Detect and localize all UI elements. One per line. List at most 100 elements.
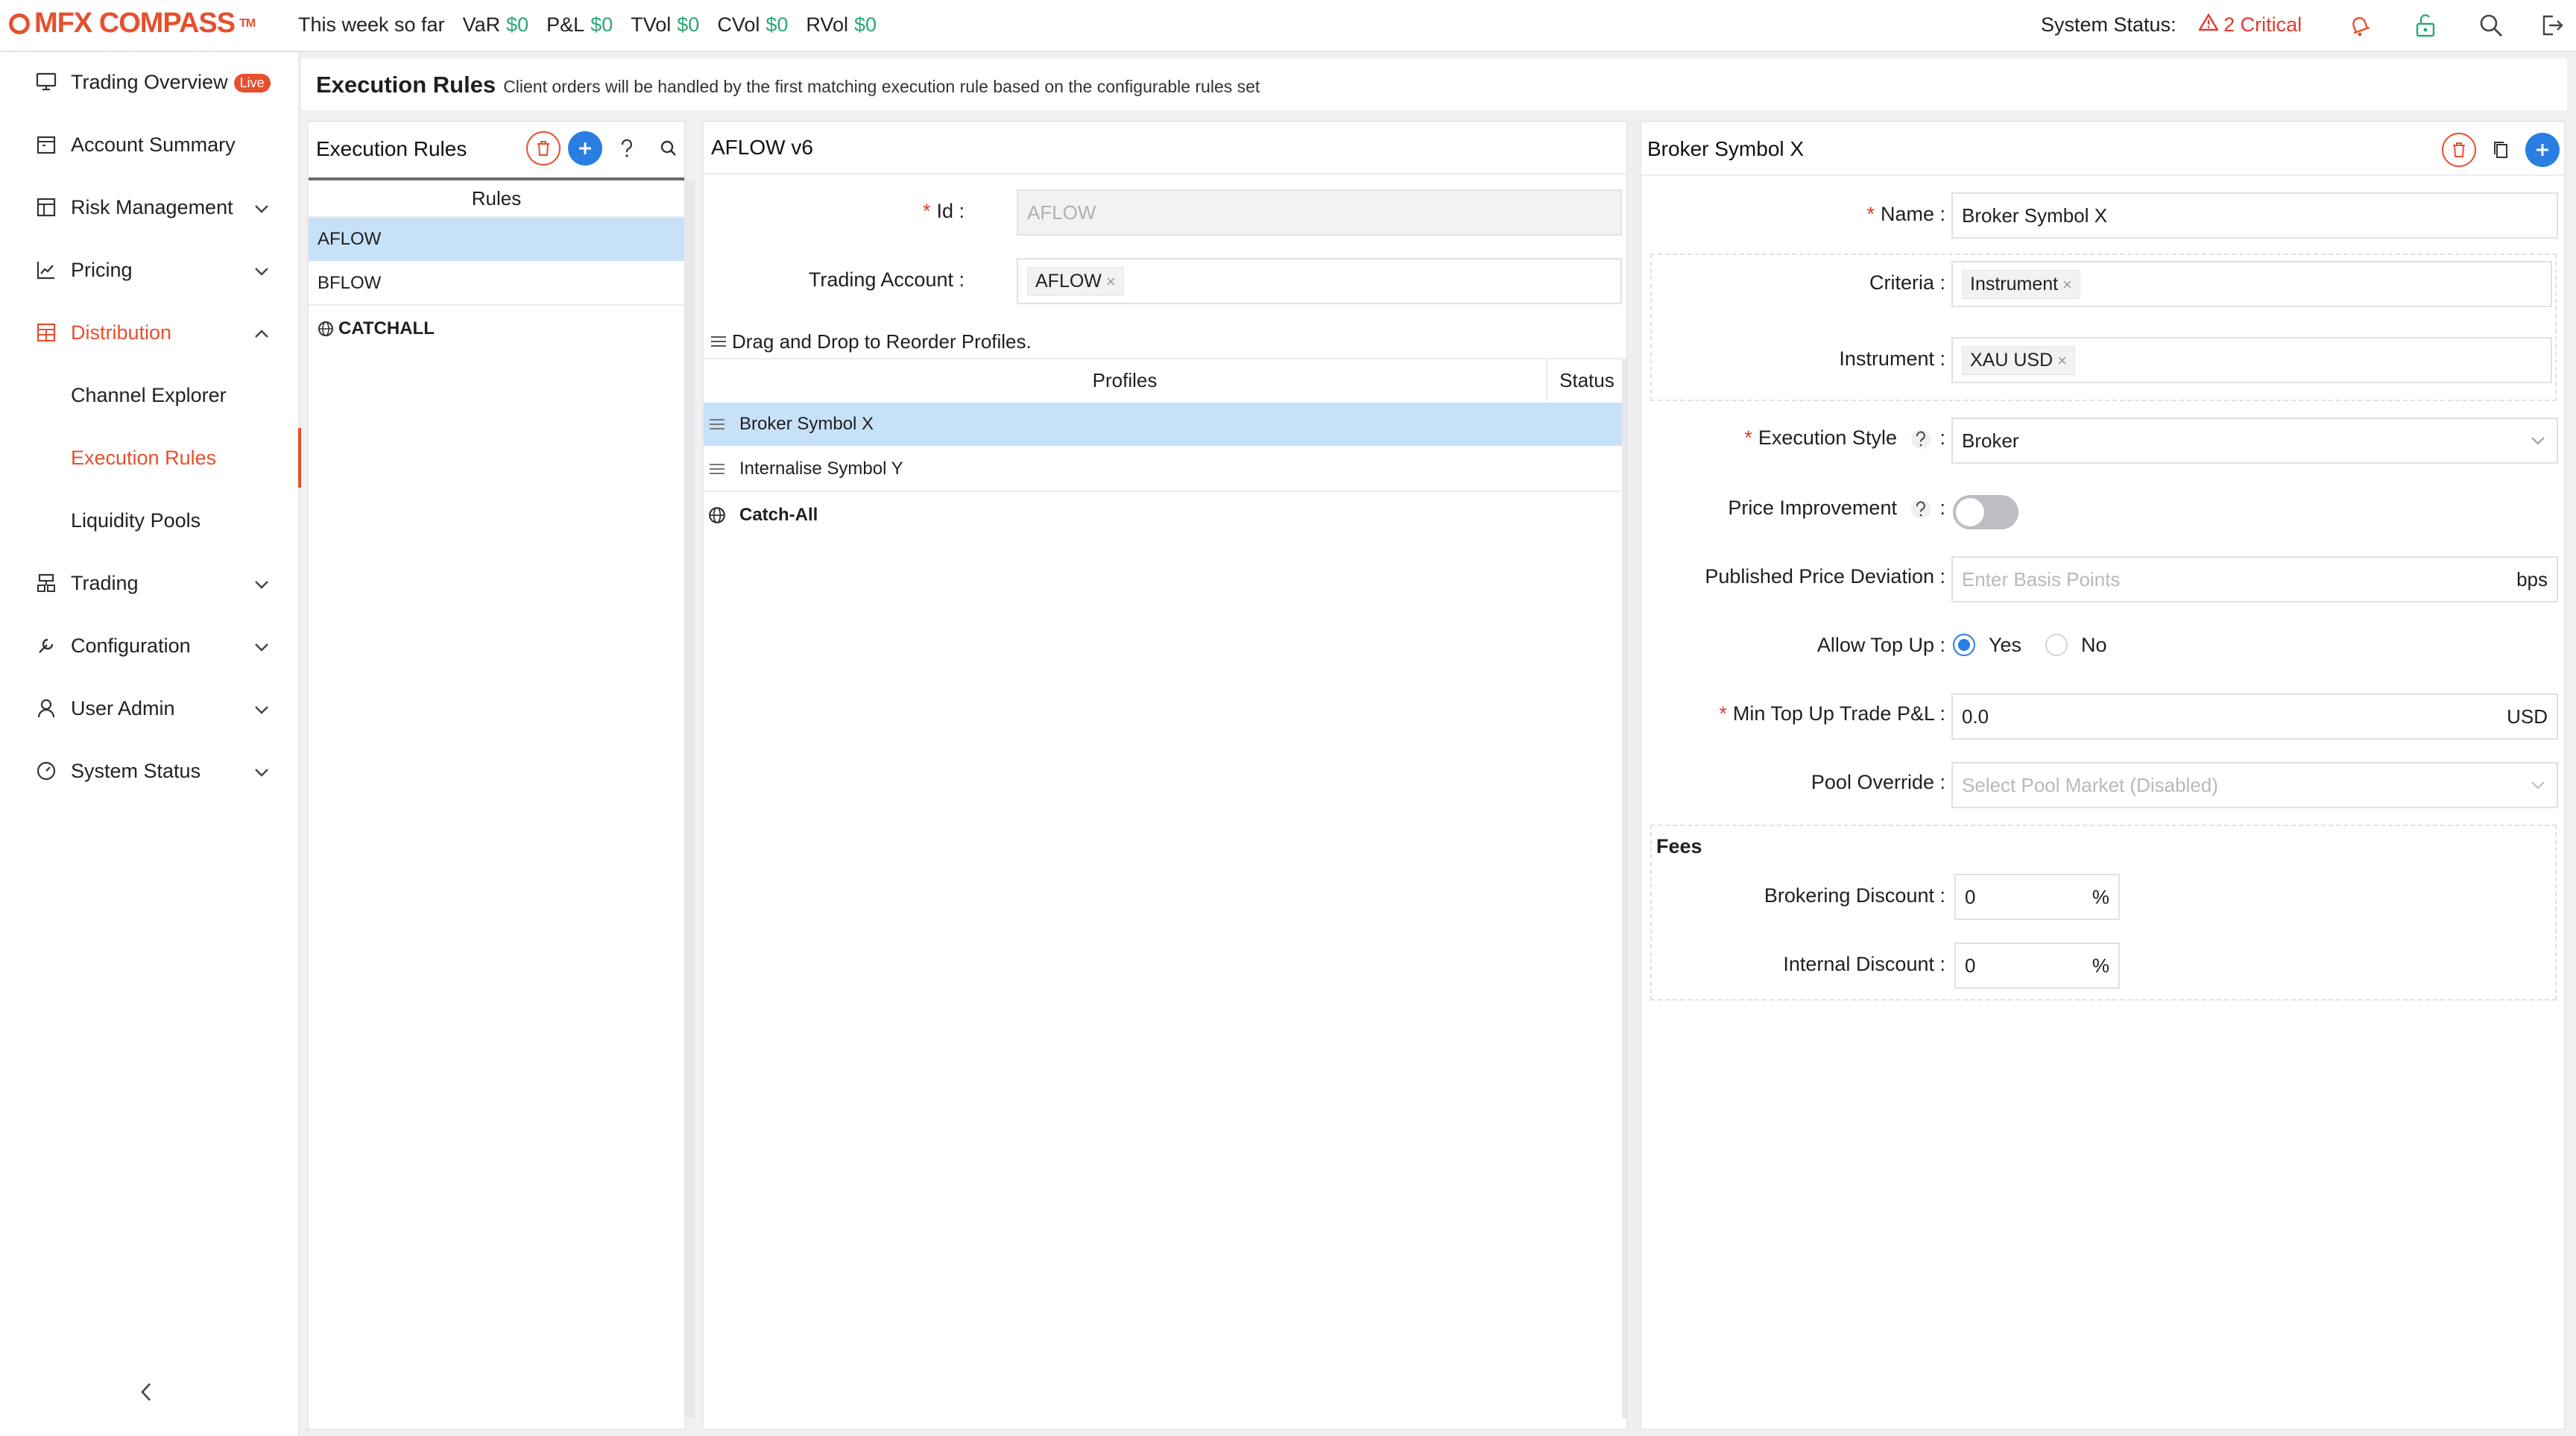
chart-line-icon: [34, 258, 58, 282]
price-improvement-toggle[interactable]: [1953, 495, 2018, 529]
chevron-down-icon: [253, 760, 270, 783]
system-status-critical[interactable]: 2 Critical: [2197, 13, 2302, 37]
profiles-scrollbar[interactable]: [1622, 359, 1628, 1418]
add-profile-button[interactable]: [2525, 133, 2560, 167]
user-icon: [34, 696, 58, 720]
trading-account-tag[interactable]: AFLOW ×: [1027, 266, 1124, 296]
sidebar-item-risk-management[interactable]: Risk Management: [0, 177, 298, 237]
profile-row-broker-symbol-x[interactable]: Broker Symbol X: [704, 403, 1622, 446]
brand-logo[interactable]: MFX COMPASS TM: [9, 7, 256, 40]
trading-icon: [34, 571, 58, 595]
rules-scrollbar[interactable]: [684, 180, 695, 1418]
allow-top-up-no[interactable]: No: [2045, 626, 2107, 664]
instrument-tag[interactable]: XAU USD ×: [1962, 345, 2075, 375]
drag-hint: Drag and Drop to Reorder Profiles.: [710, 327, 1032, 356]
sidebar-item-user-admin[interactable]: User Admin: [0, 678, 298, 738]
search-rules-button[interactable]: [651, 131, 686, 166]
unlock-icon[interactable]: [2411, 10, 2440, 40]
criteria-tag[interactable]: Instrument ×: [1962, 269, 2080, 299]
metric-cvol: CVol $0: [717, 13, 789, 36]
drag-handle-icon: [710, 464, 724, 474]
brokering-discount-label: Brokering Discount :: [1764, 884, 1945, 907]
trash-icon: [2453, 142, 2465, 157]
top-bar: MFX COMPASS TM This week so far VaR $0 P&…: [0, 0, 2576, 52]
rule-row-bflow[interactable]: BFLOW: [309, 262, 684, 306]
add-rule-button[interactable]: [568, 131, 602, 166]
fees-title: Fees: [1656, 835, 1702, 857]
sidebar-item-distribution[interactable]: Distribution: [0, 303, 298, 362]
metric-rvol: RVol $0: [806, 13, 877, 36]
sidebar-item-pricing[interactable]: Pricing: [0, 240, 298, 300]
profile-panel-title: Broker Symbol X: [1647, 137, 1805, 160]
rule-row-aflow[interactable]: AFLOW: [309, 218, 684, 261]
sidebar-item-label: Channel Explorer: [71, 383, 227, 406]
question-icon: [1911, 429, 1931, 449]
execution-style-label: * Execution Style :: [1744, 426, 1945, 449]
logout-icon[interactable]: [2537, 10, 2567, 40]
dashboard-icon: [34, 759, 58, 783]
ppd-input[interactable]: Enter Basis Points bps: [1951, 556, 2558, 602]
min-top-up-input[interactable]: 0.0 USD: [1951, 693, 2558, 740]
percent-unit: %: [2092, 885, 2109, 908]
help-button[interactable]: [610, 131, 644, 166]
system-status-label: System Status:: [2041, 13, 2176, 36]
logo-text: MFX COMPASS: [34, 7, 236, 39]
price-improvement-label: Price Improvement :: [1728, 497, 1945, 519]
criteria-field[interactable]: Instrument ×: [1951, 261, 2552, 307]
sidebar-item-trading[interactable]: Trading: [0, 553, 298, 613]
chevron-up-icon: [253, 321, 270, 344]
execution-style-select[interactable]: Broker: [1951, 418, 2558, 464]
delete-rule-button[interactable]: [526, 131, 561, 166]
brokering-discount-input[interactable]: 0 %: [1954, 874, 2120, 920]
sidebar-item-trading-overview[interactable]: Trading Overview Live: [0, 52, 298, 112]
allow-top-up-yes[interactable]: Yes: [1953, 626, 2021, 664]
ppd-unit: bps: [2516, 567, 2548, 591]
plus-icon: [579, 142, 591, 154]
sidebar: Trading Overview Live Account Summary Ris…: [0, 52, 301, 1436]
search-icon[interactable]: [2476, 10, 2506, 40]
drag-handle-icon: [711, 336, 726, 347]
sidebar-item-configuration[interactable]: Configuration: [0, 616, 298, 676]
bell-icon[interactable]: [2345, 10, 2375, 40]
sidebar-item-channel-explorer[interactable]: Channel Explorer: [0, 365, 298, 425]
sidebar-item-account-summary[interactable]: Account Summary: [0, 115, 298, 174]
profile-row-internalise-symbol-y[interactable]: Internalise Symbol Y: [704, 447, 1622, 492]
criteria-label: Criteria :: [1869, 271, 1945, 294]
plus-icon: [2536, 144, 2548, 156]
name-input[interactable]: Broker Symbol X: [1951, 192, 2558, 239]
metric-tvol: TVol $0: [631, 13, 700, 36]
metric-var: VaR $0: [462, 13, 529, 36]
sidebar-item-label: Distribution: [71, 321, 172, 344]
rule-detail-panel: AFLOW v6 * Id : AFLOW Trading Account : A…: [702, 121, 1628, 1430]
copy-profile-button[interactable]: [2484, 133, 2518, 167]
sidebar-item-label: System Status: [71, 759, 201, 782]
profile-divider: [1641, 174, 2564, 176]
globe-icon: [709, 507, 725, 523]
internal-discount-input[interactable]: 0 %: [1954, 942, 2120, 989]
system-status[interactable]: System Status: 2 Critical: [2041, 13, 2302, 37]
status-column-header: Status: [1546, 359, 1626, 401]
page-subtitle: Client orders will be handled by the fir…: [503, 77, 1260, 96]
pool-override-label: Pool Override :: [1811, 771, 1945, 793]
id-field[interactable]: AFLOW: [1017, 189, 1622, 236]
chevron-down-icon: [253, 572, 270, 595]
profile-row-catch-all[interactable]: Catch-All: [704, 494, 1622, 537]
sidebar-item-liquidity-pools[interactable]: Liquidity Pools: [0, 491, 298, 550]
sidebar-item-execution-rules[interactable]: Execution Rules: [0, 428, 301, 488]
distribution-icon: [34, 321, 58, 344]
detail-divider: [704, 173, 1626, 174]
instrument-label: Instrument :: [1839, 347, 1945, 370]
rules-panel-title: Execution Rules: [316, 137, 467, 160]
sidebar-item-label: Risk Management: [71, 195, 233, 218]
search-icon: [660, 140, 676, 156]
rule-row-catchall[interactable]: CATCHALL: [309, 307, 684, 350]
toggle-knob: [1956, 498, 1984, 526]
chevron-down-icon: [2531, 781, 2545, 790]
pool-override-select[interactable]: Select Pool Market (Disabled): [1951, 762, 2558, 808]
instrument-field[interactable]: XAU USD ×: [1951, 337, 2552, 383]
chevron-left-icon[interactable]: [139, 1381, 154, 1407]
trading-account-field[interactable]: AFLOW ×: [1017, 258, 1622, 304]
sidebar-item-system-status[interactable]: System Status: [0, 741, 298, 801]
period-label: This week so far: [298, 13, 445, 36]
delete-profile-button[interactable]: [2442, 133, 2476, 167]
